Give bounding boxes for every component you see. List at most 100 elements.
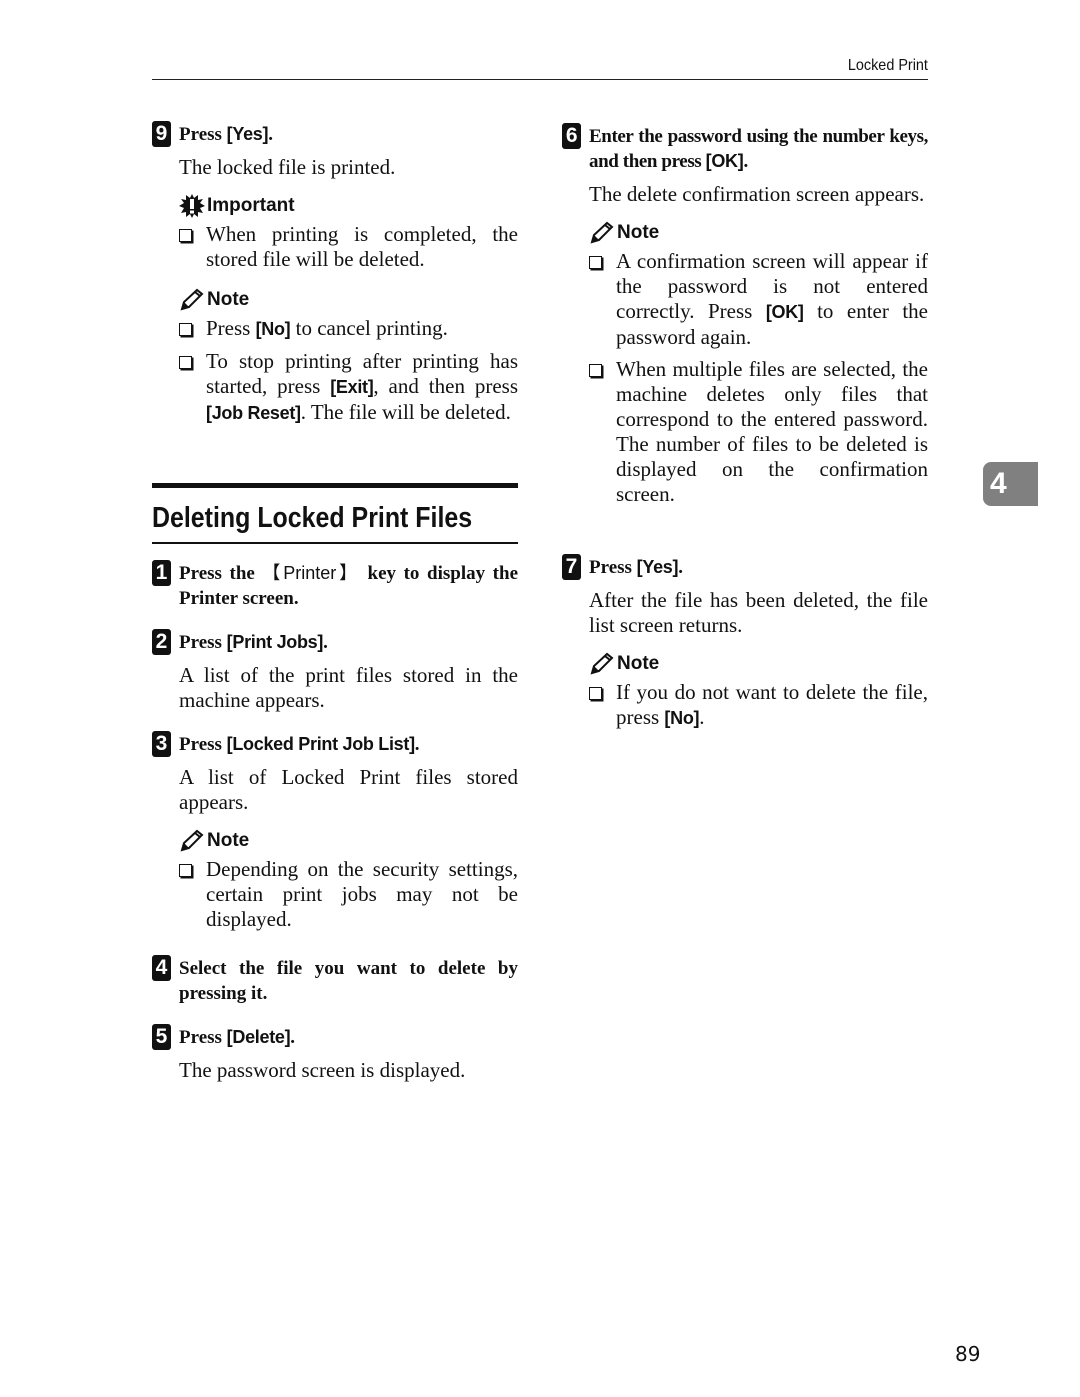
step-9-heading: 9 Press [Yes]. [152, 121, 518, 147]
key-ok: [OK] [765, 302, 804, 322]
checkbox-bullet-icon [589, 364, 602, 377]
note-item: When multiple files are selected, the ma… [589, 357, 928, 507]
header-rule [152, 79, 928, 80]
checkbox-bullet-icon [179, 864, 192, 877]
step-7-result: After the file has been deleted, the fil… [589, 588, 928, 637]
note-label: Note [207, 289, 250, 310]
step-1-heading: 1 Press the 【Printer】 key to display the… [152, 560, 518, 611]
key-ok: [OK] [705, 151, 744, 171]
note-heading: Note [179, 829, 518, 853]
step-number-4: 4 [152, 955, 171, 981]
step-text: Enter the password using the number keys… [589, 126, 928, 172]
step-3-heading: 3 Press [Locked Print Job List]. [152, 731, 518, 757]
key-yes: [Yes] [226, 124, 269, 144]
pencil-note-icon [589, 221, 615, 245]
step-4: 4 Select the file you want to delete by … [152, 955, 518, 1006]
step-4-heading: 4 Select the file you want to delete by … [152, 955, 518, 1006]
note-heading: Note [589, 221, 928, 245]
note-text: If you do not want to delete the file, p… [616, 680, 928, 729]
step-7: 7 Press [Yes]. After the file has been d… [562, 554, 928, 731]
step-text: Select the file you want to delete by pr… [179, 958, 518, 1004]
checkbox-bullet-icon [179, 323, 192, 336]
running-header-title: Locked Print [847, 57, 928, 74]
note-text: to cancel printing. [290, 316, 448, 340]
note-text: Press [206, 316, 256, 340]
key-job-reset: [Job Reset] [206, 403, 301, 423]
important-text: When printing is completed, the stored f… [206, 222, 518, 271]
key-no: [No] [664, 708, 700, 728]
step-9: 9 Press [Yes]. The locked file is printe… [152, 121, 518, 426]
checkbox-bullet-icon [179, 356, 192, 369]
step-text: . [678, 557, 683, 578]
step-1: 1 Press the 【Printer】 key to display the… [152, 560, 518, 611]
step-2-heading: 2 Press [Print Jobs]. [152, 629, 518, 655]
step-7-heading: 7 Press [Yes]. [562, 554, 928, 580]
step-number-5: 5 [152, 1024, 171, 1050]
note-heading: Note [589, 652, 928, 676]
step-5-heading: 5 Press [Delete]. [152, 1024, 518, 1050]
note-text: . The file will be deleted. [300, 400, 511, 424]
note-item: To stop printing after printing has star… [179, 349, 518, 426]
note-item: A confirmation screen will appear if the… [589, 249, 928, 350]
step-text: . [323, 632, 328, 653]
pencil-note-icon [179, 288, 205, 312]
step-6-heading: 6 Enter the password using the number ke… [562, 123, 928, 174]
step-text: Press [179, 1027, 227, 1048]
page-number: 89 [955, 1342, 981, 1366]
note-label: Note [617, 222, 660, 243]
key-no: [No] [255, 319, 291, 339]
note-heading: Note [179, 288, 518, 312]
section-rule-bottom [152, 542, 518, 544]
step-text: Press [179, 734, 227, 755]
step-number-6: 6 [562, 123, 581, 149]
step-5-result: The password screen is displayed. [179, 1058, 466, 1082]
note-label: Note [617, 653, 660, 674]
key-exit: [Exit] [330, 377, 374, 397]
section-rule-top [152, 483, 518, 488]
step-number-2: 2 [152, 629, 171, 655]
important-icon [179, 194, 205, 218]
step-2: 2 Press [Print Jobs]. A list of the prin… [152, 629, 518, 713]
section-heading: Deleting Locked Print Files [152, 483, 518, 544]
step-text: . [268, 124, 273, 145]
important-heading: Important [179, 194, 518, 218]
note-label: Note [207, 830, 250, 851]
note-text: . [699, 705, 705, 729]
step-6-result: The delete confirmation screen appears. [589, 182, 925, 206]
step-text: Press [179, 124, 227, 145]
step-number-1: 1 [152, 560, 171, 586]
step-number-3: 3 [152, 731, 171, 757]
key-printer: 【Printer】 [262, 563, 360, 583]
step-text: . [743, 151, 748, 172]
note-text: Depending on the security settings, cert… [206, 857, 518, 931]
key-yes: [Yes] [636, 557, 679, 577]
step-text: . [290, 1027, 296, 1048]
key-locked-print-job-list: [Locked Print Job List] [226, 734, 415, 754]
checkbox-bullet-icon [589, 687, 602, 700]
step-text: . [414, 734, 420, 755]
section-title: Deleting Locked Print Files [152, 502, 473, 534]
step-text: Press the [179, 563, 263, 584]
pencil-note-icon [589, 652, 615, 676]
step-3-result: A list of Locked Print files stored appe… [179, 765, 518, 814]
key-delete: [Delete] [226, 1027, 291, 1047]
note-item: If you do not want to delete the file, p… [589, 680, 928, 731]
note-text: When multiple files are selected, the ma… [616, 357, 928, 506]
pencil-note-icon [179, 829, 205, 853]
chapter-tab: 4 [983, 462, 1038, 506]
step-2-result: A list of the print files stored in the … [179, 663, 518, 712]
step-6: 6 Enter the password using the number ke… [562, 123, 928, 507]
note-item: Depending on the security settings, cert… [179, 857, 518, 932]
step-text: Press [179, 632, 227, 653]
checkbox-bullet-icon [179, 229, 192, 242]
step-number-9: 9 [152, 121, 171, 147]
important-item: When printing is completed, the stored f… [179, 222, 518, 272]
important-label: Important [207, 195, 295, 216]
note-item: Press [No] to cancel printing. [179, 316, 518, 342]
checkbox-bullet-icon [589, 256, 602, 269]
step-9-result: The locked file is printed. [179, 155, 396, 179]
step-3: 3 Press [Locked Print Job List]. A list … [152, 731, 518, 932]
step-number-7: 7 [562, 554, 581, 580]
step-5: 5 Press [Delete]. The password screen is… [152, 1024, 518, 1083]
step-text: Press [589, 557, 637, 578]
